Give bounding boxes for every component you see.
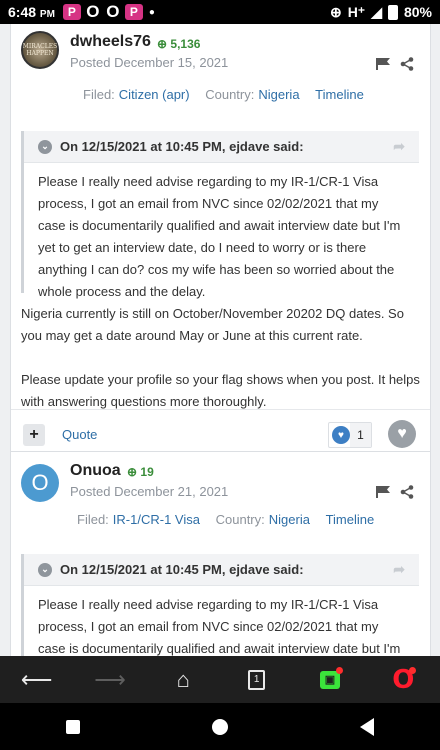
post-header: O Onuoa ⊕ 19 Posted December 21, 2021 Fi… — [11, 452, 430, 552]
notification-p-icon: P — [62, 4, 81, 20]
notification-o-icon: O — [86, 2, 100, 21]
post-card: O Onuoa ⊕ 19 Posted December 21, 2021 Fi… — [10, 451, 431, 656]
quote-block: ⌄ On 12/15/2021 at 10:45 PM, ejdave said… — [21, 131, 419, 299]
status-right: ⊕ H⁺ ◢ 80% — [330, 4, 432, 21]
opera-menu-button[interactable]: O — [385, 662, 421, 698]
network-indicator: H⁺ — [347, 3, 366, 20]
filed-link[interactable]: Citizen (apr) — [119, 87, 190, 102]
country-link[interactable]: Nigeria — [258, 87, 299, 102]
back-system-button[interactable] — [360, 717, 374, 736]
post-card: MIRACLES HAPPEN dwheels76 ⊕ 5,136 Posted… — [10, 24, 431, 460]
recent-apps-button[interactable] — [66, 719, 80, 734]
reputation-badge: ⊕ 5,136 — [157, 37, 201, 51]
home-system-button[interactable] — [212, 718, 228, 735]
notification-o-icon: O — [106, 2, 120, 21]
home-button[interactable]: ⌂ — [165, 662, 201, 698]
chevron-down-icon[interactable]: ⌄ — [38, 562, 52, 577]
post-date: Posted December 21, 2021 — [70, 484, 229, 499]
heart-icon: ♥ — [332, 426, 350, 444]
go-to-quote-icon[interactable]: ➦ — [393, 138, 405, 155]
post-meta: Filed: Citizen (apr) Country: Nigeria Time… — [83, 87, 364, 102]
browser-toolbar: ⟵ ⟶ ⌂ 1 ▣ O — [0, 656, 440, 703]
post-date: Posted December 15, 2021 — [70, 55, 229, 70]
avatar[interactable]: O — [21, 464, 59, 502]
post-body-paragraph: Please update your profile so your flag … — [21, 372, 420, 409]
data-saver-icon: ⊕ — [329, 3, 342, 20]
reaction-summary[interactable]: ♥ 1 — [328, 422, 372, 448]
signal-icon: ◢ — [371, 3, 382, 20]
filed-link[interactable]: IR-1/CR-1 Visa — [113, 512, 200, 527]
tabs-count: 1 — [248, 669, 266, 690]
flag-icon[interactable] — [376, 58, 390, 70]
games-button[interactable]: ▣ — [312, 662, 348, 698]
reputation-badge: ⊕ 19 — [127, 465, 154, 479]
username[interactable]: Onuoa — [70, 462, 121, 480]
notification-dot-icon — [409, 666, 417, 674]
battery-level: 80% — [403, 4, 432, 20]
notification-dot-icon: ● — [148, 6, 155, 18]
share-icon[interactable] — [400, 485, 414, 499]
username[interactable]: dwheels76 — [70, 33, 151, 51]
quote-button[interactable]: Quote — [62, 427, 97, 442]
flag-icon[interactable] — [376, 486, 390, 498]
timeline-link[interactable]: Timeline — [326, 512, 375, 527]
notification-icons: P O O P ● — [62, 2, 155, 21]
timeline-link[interactable]: Timeline — [315, 87, 364, 102]
notification-dot-icon — [335, 666, 343, 674]
share-icon[interactable] — [400, 57, 414, 71]
like-heart-button[interactable]: ♥ — [388, 420, 416, 448]
quote-block: ⌄ On 12/15/2021 at 10:45 PM, ejdave said… — [21, 554, 419, 656]
multiquote-button[interactable]: + — [23, 424, 45, 446]
battery-icon — [387, 4, 398, 20]
chevron-down-icon[interactable]: ⌄ — [38, 139, 52, 154]
forum-feed[interactable]: MIRACLES HAPPEN dwheels76 ⊕ 5,136 Posted… — [0, 24, 440, 656]
quote-text: Please I really need advise regarding to… — [38, 597, 401, 656]
post-header: MIRACLES HAPPEN dwheels76 ⊕ 5,136 Posted… — [11, 24, 430, 115]
post-meta: Filed: IR-1/CR-1 Visa Country: Nigeria Tim… — [77, 512, 375, 527]
country-link[interactable]: Nigeria — [269, 512, 310, 527]
forward-button[interactable]: ⟶ — [92, 662, 128, 698]
go-to-quote-icon[interactable]: ➦ — [393, 561, 405, 578]
tabs-button[interactable]: 1 — [239, 662, 275, 698]
reaction-count: 1 — [350, 423, 371, 447]
quote-header[interactable]: ⌄ On 12/15/2021 at 10:45 PM, ejdave said… — [24, 554, 419, 586]
quote-header[interactable]: ⌄ On 12/15/2021 at 10:45 PM, ejdave said… — [24, 131, 419, 163]
notification-p-icon: P — [124, 4, 143, 20]
avatar[interactable]: MIRACLES HAPPEN — [21, 31, 59, 69]
status-bar: 6:48 PM P O O P ● ⊕ H⁺ ◢ 80% — [0, 0, 440, 24]
system-nav-bar — [0, 703, 440, 750]
status-time: 6:48 PM — [8, 4, 55, 20]
quote-text: Please I really need advise regarding to… — [38, 174, 401, 299]
back-button[interactable]: ⟵ — [19, 662, 55, 698]
post-body-paragraph: Nigeria currently is still on October/No… — [21, 306, 404, 343]
